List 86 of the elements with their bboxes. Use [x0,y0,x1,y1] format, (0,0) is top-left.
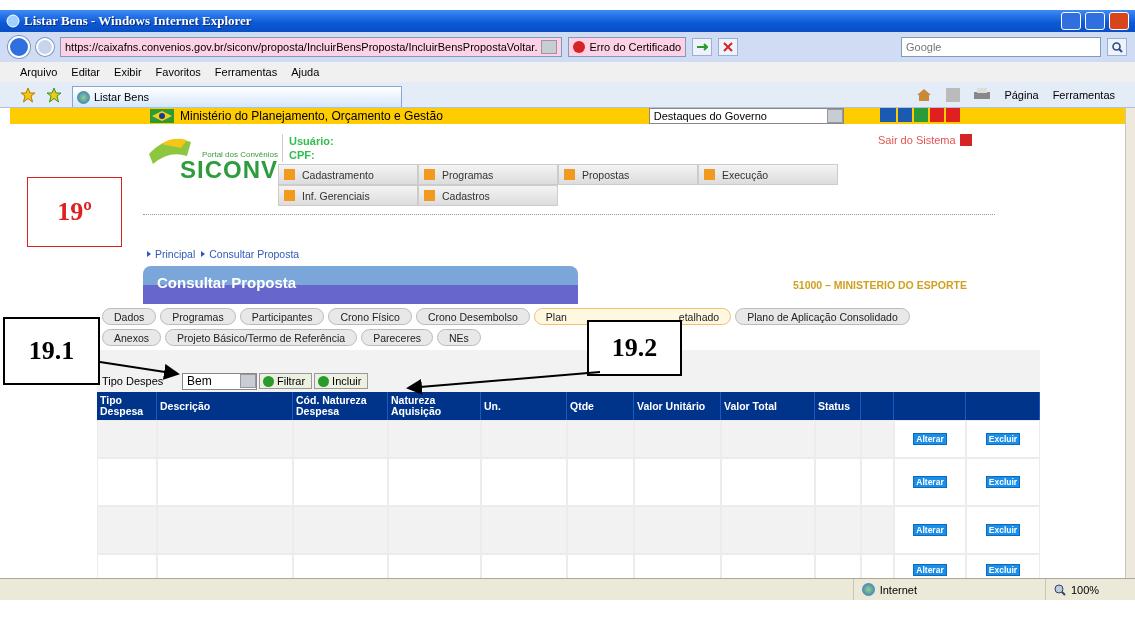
nav-menu-item[interactable]: Programas [418,164,558,185]
toolbar-menu[interactable]: Ferramentas [1052,88,1115,101]
breadcrumb-link[interactable]: Principal [155,248,196,260]
panel-title: Consultar Proposta [143,266,578,304]
search-field[interactable]: Google [901,37,1101,57]
home-icon[interactable] [916,87,933,102]
table-cell [567,420,634,458]
ministry-name: Ministério do Planejamento, Orçamento e Gestão [180,109,443,123]
table-cell [815,420,861,458]
close-button[interactable] [1109,12,1129,30]
tab[interactable]: Pareceres [361,329,433,346]
menu-item[interactable]: Ferramentas [214,66,278,78]
organization-label: 51000 – MINISTERIO DO ESPORTE [793,279,967,291]
arrow-icon [696,42,709,52]
tab[interactable]: Plano de Aplicação Consolidado [735,308,910,325]
nav-menu-item[interactable]: Execução [698,164,838,185]
tab[interactable]: NEs [437,329,481,346]
column-header: Cód. Natureza Despesa [293,392,388,420]
tab[interactable]: Crono Desembolso [415,308,530,325]
vertical-scrollbar[interactable] [1125,108,1135,578]
column-header: Un. [481,392,567,420]
filter-button[interactable]: Filtrar [259,373,313,389]
column-header: Valor Total [721,392,815,420]
toolbar-menu[interactable]: Página [1004,88,1039,101]
menu-item[interactable]: Arquivo [20,66,58,78]
zoom-icon [1054,583,1066,596]
table-cell [567,554,634,578]
column-header: Descrição [157,392,293,420]
tab[interactable]: Dados [102,308,157,325]
flag-icon [150,109,174,123]
browser-logo-icon [6,14,20,28]
close-icon[interactable] [959,134,972,146]
certificate-error-button[interactable]: Erro do Certificado [568,37,687,57]
column-header: Valor Unitário [634,392,721,420]
column-header: Natureza Aquisição [388,392,481,420]
annotation-label: 19.1 [3,317,100,385]
annotation-label: 19º [27,177,122,247]
address-bar[interactable]: https://caixafns.convenios.gov.br/siconv/proposta/IncluirBensProposta/IncluirBensPropostaVoltar. [60,37,563,57]
tab[interactable]: Participantes [239,308,325,325]
back-button[interactable] [8,36,30,58]
nav-menu-item[interactable]: Propostas [558,164,698,185]
nav-menu-item[interactable]: Cadastros [418,185,558,206]
security-zone: Internet [852,579,925,600]
breadcrumb-link[interactable]: Consultar Proposta [209,248,300,260]
column-header: Tipo Despesa [97,392,157,420]
search-icon [1111,41,1123,53]
tab[interactable]: Crono Físico [328,308,412,325]
search-button[interactable] [1107,38,1127,56]
browser-tab[interactable]: Listar Bens [72,86,402,107]
zoom-control[interactable]: 100% [1045,579,1135,600]
window-title: Listar Bens - Windows Internet Explorer [24,13,253,29]
annotation-label: 19.2 [587,320,682,376]
nav-menu-item[interactable]: Inf. Gerenciais [278,185,418,206]
menu-item[interactable]: Favoritos [155,66,201,78]
table-cell [97,554,157,578]
table-cell [815,554,861,578]
bullet-icon [201,251,206,257]
add-favorite-icon[interactable] [46,86,62,103]
user-label: Usuário: [289,134,335,148]
column-header: Qtde [567,392,634,420]
highlights-dropdown[interactable]: Destaques do Governo [648,108,844,124]
print-icon[interactable] [974,87,991,102]
menu-item[interactable]: Ajuda [291,66,320,78]
close-icon [723,42,734,52]
table-cell [97,420,157,458]
forward-button[interactable] [36,38,54,56]
column-header: Status [815,392,861,420]
expense-type-dropdown[interactable]: Bem [182,372,257,390]
menu-item[interactable]: Editar [71,66,101,78]
tab[interactable]: Programas [160,308,236,325]
restore-button[interactable] [1085,12,1105,30]
minimize-button[interactable] [1061,12,1081,30]
filter-label: Tipo Despes [102,375,165,387]
favorites-star-icon[interactable] [20,86,36,103]
tab[interactable]: Projeto Básico/Termo de Referência [165,329,358,346]
logout-link[interactable]: Sair do Sistema [878,134,956,146]
stop-button[interactable] [718,38,739,56]
menu-item[interactable]: Exibir [114,66,142,78]
refresh-button[interactable] [692,38,713,56]
portal-subtitle: Portal dos Convênios [201,150,278,159]
siconv-logo-text: SICONV [180,159,278,181]
tab[interactable]: Anexos [102,329,162,346]
bullet-icon [147,251,151,257]
add-button[interactable]: Incluir [314,373,369,389]
cpf-label: CPF: [289,148,316,162]
nav-menu-item[interactable]: Cadastramento [278,164,418,185]
